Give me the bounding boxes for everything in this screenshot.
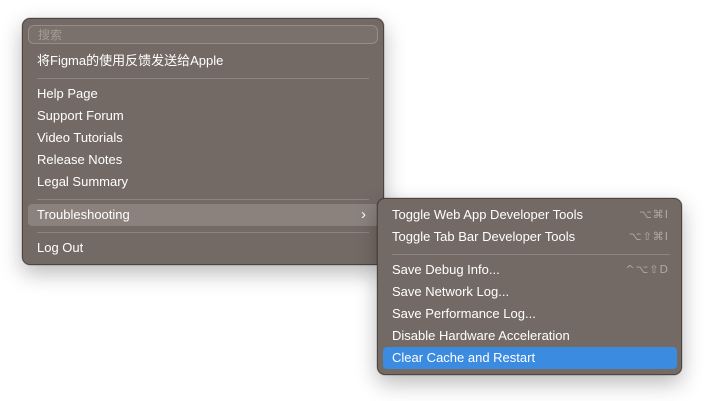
menu-item-legal-summary[interactable]: Legal Summary [28, 171, 378, 193]
menu-item-label: Troubleshooting [37, 207, 130, 222]
menu-separator [392, 254, 670, 255]
menu-item-help-page[interactable]: Help Page [28, 83, 378, 105]
menu-item-label: Save Network Log... [392, 284, 510, 299]
menu-item-clear-cache-and-restart[interactable]: Clear Cache and Restart [383, 347, 677, 369]
chevron-right-icon: › [361, 206, 366, 223]
menu-separator [37, 199, 369, 200]
menu-item-save-network-log[interactable]: Save Network Log... [383, 281, 677, 303]
menu-separator [37, 232, 369, 233]
menu-item-label: Toggle Web App Developer Tools [392, 207, 584, 222]
menu-item-label: Save Performance Log... [392, 306, 536, 321]
search-field[interactable] [28, 25, 378, 44]
menu-item-release-notes[interactable]: Release Notes [28, 149, 378, 171]
menu-item-label: Clear Cache and Restart [392, 350, 536, 365]
search-input[interactable] [29, 26, 377, 44]
keyboard-shortcut: ⌥⌘I [639, 208, 669, 221]
menu-item-label: Log Out [37, 240, 84, 255]
menu-item-label: Disable Hardware Acceleration [392, 328, 570, 343]
menu-item-save-performance-log[interactable]: Save Performance Log... [383, 303, 677, 325]
menu-item-support-forum[interactable]: Support Forum [28, 105, 378, 127]
menu-item-label: Release Notes [37, 152, 123, 167]
menu-item-send-feedback[interactable]: 将Figma的使用反馈发送给Apple [28, 50, 378, 72]
help-menu: 将Figma的使用反馈发送给Apple Help Page Support Fo… [22, 18, 384, 265]
menu-item-label: Video Tutorials [37, 130, 123, 145]
menu-item-label: Toggle Tab Bar Developer Tools [392, 229, 576, 244]
menu-item-troubleshooting[interactable]: Troubleshooting › [28, 204, 378, 226]
menu-item-log-out[interactable]: Log Out [28, 237, 378, 259]
menu-item-toggle-tab-bar-devtools[interactable]: Toggle Tab Bar Developer Tools ⌥⇧⌘I [383, 226, 677, 248]
menu-item-label: 将Figma的使用反馈发送给Apple [37, 53, 224, 68]
menu-item-disable-hardware-acceleration[interactable]: Disable Hardware Acceleration [383, 325, 677, 347]
keyboard-shortcut: ⌥⇧⌘I [628, 230, 669, 243]
troubleshooting-submenu: Toggle Web App Developer Tools ⌥⌘I Toggl… [377, 198, 682, 375]
keyboard-shortcut: ^⌥⇧D [625, 263, 669, 276]
menu-item-label: Legal Summary [37, 174, 129, 189]
menu-item-video-tutorials[interactable]: Video Tutorials [28, 127, 378, 149]
menu-item-save-debug-info[interactable]: Save Debug Info... ^⌥⇧D [383, 259, 677, 281]
menu-item-label: Save Debug Info... [392, 262, 500, 277]
menu-separator [37, 78, 369, 79]
menu-item-label: Support Forum [37, 108, 124, 123]
menu-item-label: Help Page [37, 86, 98, 101]
menu-item-toggle-web-app-devtools[interactable]: Toggle Web App Developer Tools ⌥⌘I [383, 204, 677, 226]
